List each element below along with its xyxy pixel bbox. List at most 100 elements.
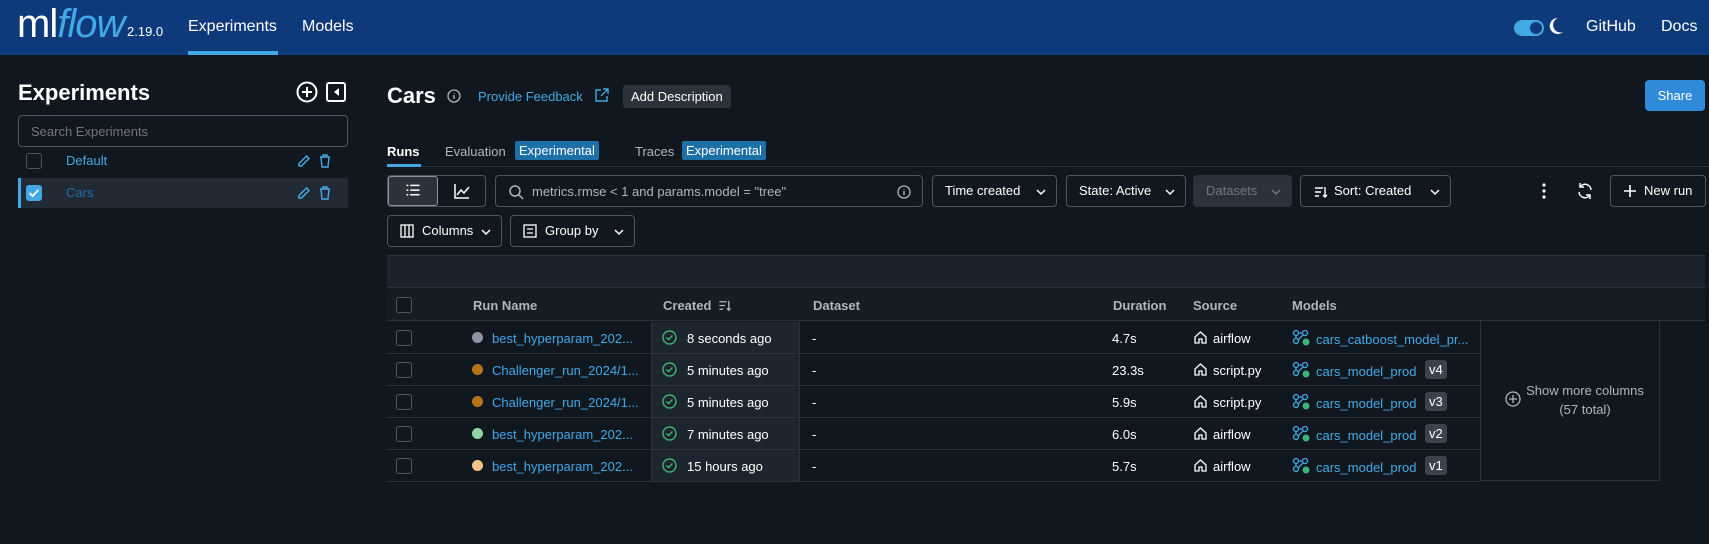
mlflow-logo[interactable]: mlflow [17,2,125,46]
columns-dropdown[interactable]: Columns [387,215,502,247]
pencil-icon[interactable] [296,185,312,201]
github-link[interactable]: GitHub [1586,18,1636,36]
group-by-dropdown[interactable]: Group by [510,215,635,247]
chevron-down-icon [481,229,491,236]
search-experiments-input[interactable] [18,115,348,147]
group-icon [523,224,537,238]
more-options-icon[interactable] [1540,183,1548,199]
tabs-divider [387,166,1709,167]
trash-icon[interactable] [318,185,332,201]
row-checkbox[interactable] [396,362,412,378]
logo-ml: ml [17,2,58,46]
run-name-link[interactable]: best_hyperparam_202... [492,459,633,474]
tab-traces[interactable]: Traces [635,144,674,159]
experiment-item-default[interactable]: Default [18,146,348,176]
add-experiment-icon[interactable] [296,81,318,103]
add-description-button[interactable]: Add Description [623,85,731,108]
duration-value: 23.3s [1112,363,1144,378]
share-button[interactable]: Share [1645,80,1705,111]
home-icon [1194,331,1207,344]
collapse-sidebar-icon[interactable] [325,81,347,103]
datasets-dropdown[interactable]: Datasets [1193,175,1292,207]
tab-evaluation[interactable]: Evaluation [445,144,506,159]
sort-descending-icon[interactable] [717,298,733,313]
runs-search-input[interactable]: metrics.rmse < 1 and params.model = "tre… [495,175,923,207]
header-run-name[interactable]: Run Name [473,298,537,313]
check-circle-icon [662,426,677,441]
header-models[interactable]: Models [1292,298,1337,313]
nav-models[interactable]: Models [302,18,354,36]
dataset-value: - [812,459,817,474]
external-link-icon[interactable] [594,88,609,103]
info-icon[interactable] [897,185,911,199]
nav-experiments[interactable]: Experiments [188,18,277,36]
tab-runs[interactable]: Runs [387,144,420,159]
header-dataset[interactable]: Dataset [813,298,860,313]
model-link[interactable]: cars_model_prod [1316,364,1416,379]
row-checkbox[interactable] [396,394,412,410]
model-link[interactable]: cars_catboost_model_pr... [1316,332,1468,347]
chart-view-button[interactable] [438,176,486,206]
run-color-dot[interactable] [472,396,483,407]
sort-dropdown[interactable]: Sort: Created [1300,175,1451,207]
run-color-dot[interactable] [472,364,483,375]
run-color-dot[interactable] [472,428,483,439]
run-name-link[interactable]: Challenger_run_2024/1... [492,363,639,378]
home-icon [1194,459,1207,472]
new-run-button[interactable]: New run [1610,175,1706,207]
table-row[interactable]: best_hyperparam_202... 8 seconds ago - 4.7s… [387,322,1480,354]
model-link[interactable]: cars_model_prod [1316,460,1416,475]
chevron-down-icon [1036,189,1046,196]
dark-mode-toggle[interactable] [1514,20,1544,36]
experiment-name[interactable]: Cars [66,185,93,200]
list-view-button[interactable] [388,176,438,206]
experiment-checkbox[interactable] [26,185,42,201]
selected-indicator [18,178,21,208]
dataset-value: - [812,363,817,378]
experiment-checkbox[interactable] [26,153,42,169]
duration-value: 5.9s [1112,395,1137,410]
check-icon [29,189,40,198]
table-row[interactable]: best_hyperparam_202... 7 minutes ago - 6.0s… [387,418,1480,450]
duration-value: 5.7s [1112,459,1137,474]
source-value: airflow [1213,459,1251,474]
model-version-badge[interactable]: v3 [1425,392,1447,411]
table-row[interactable]: Challenger_run_2024/1... 5 minutes ago - 5.… [387,386,1480,418]
model-link[interactable]: cars_model_prod [1316,428,1416,443]
state-dropdown[interactable]: State: Active [1066,175,1186,207]
model-icon [1292,329,1310,346]
experimental-badge: Experimental [682,141,766,160]
run-color-dot[interactable] [472,332,483,343]
chevron-down-icon [1165,189,1175,196]
experiment-item-cars[interactable]: Cars [18,178,348,208]
model-version-badge[interactable]: v4 [1425,360,1447,379]
docs-link[interactable]: Docs [1661,18,1697,36]
run-name-link[interactable]: best_hyperparam_202... [492,427,633,442]
header-created[interactable]: Created [663,298,711,313]
trash-icon[interactable] [318,153,332,169]
table-row[interactable]: best_hyperparam_202... 15 hours ago - 5.7s a… [387,450,1480,482]
run-name-link[interactable]: best_hyperparam_202... [492,331,633,346]
model-version-badge[interactable]: v1 [1425,456,1447,475]
row-checkbox[interactable] [396,458,412,474]
row-checkbox[interactable] [396,426,412,442]
model-icon [1292,457,1310,474]
run-color-dot[interactable] [472,460,483,471]
refresh-icon[interactable] [1576,182,1594,200]
experiment-name[interactable]: Default [66,153,107,168]
header-duration[interactable]: Duration [1113,298,1166,313]
select-all-checkbox[interactable] [396,297,412,313]
run-name-link[interactable]: Challenger_run_2024/1... [492,395,639,410]
time-created-dropdown[interactable]: Time created [932,175,1057,207]
duration-value: 4.7s [1112,331,1137,346]
info-icon[interactable] [447,89,461,103]
table-row[interactable]: Challenger_run_2024/1... 5 minutes ago - 23… [387,354,1480,386]
model-version-badge[interactable]: v2 [1425,424,1447,443]
nav-active-indicator [188,51,278,55]
provide-feedback-link[interactable]: Provide Feedback [478,89,583,104]
pencil-icon[interactable] [296,153,312,169]
model-link[interactable]: cars_model_prod [1316,396,1416,411]
show-more-columns[interactable]: Show more columns (57 total) [1480,321,1660,481]
row-checkbox[interactable] [396,330,412,346]
header-source[interactable]: Source [1193,298,1237,313]
